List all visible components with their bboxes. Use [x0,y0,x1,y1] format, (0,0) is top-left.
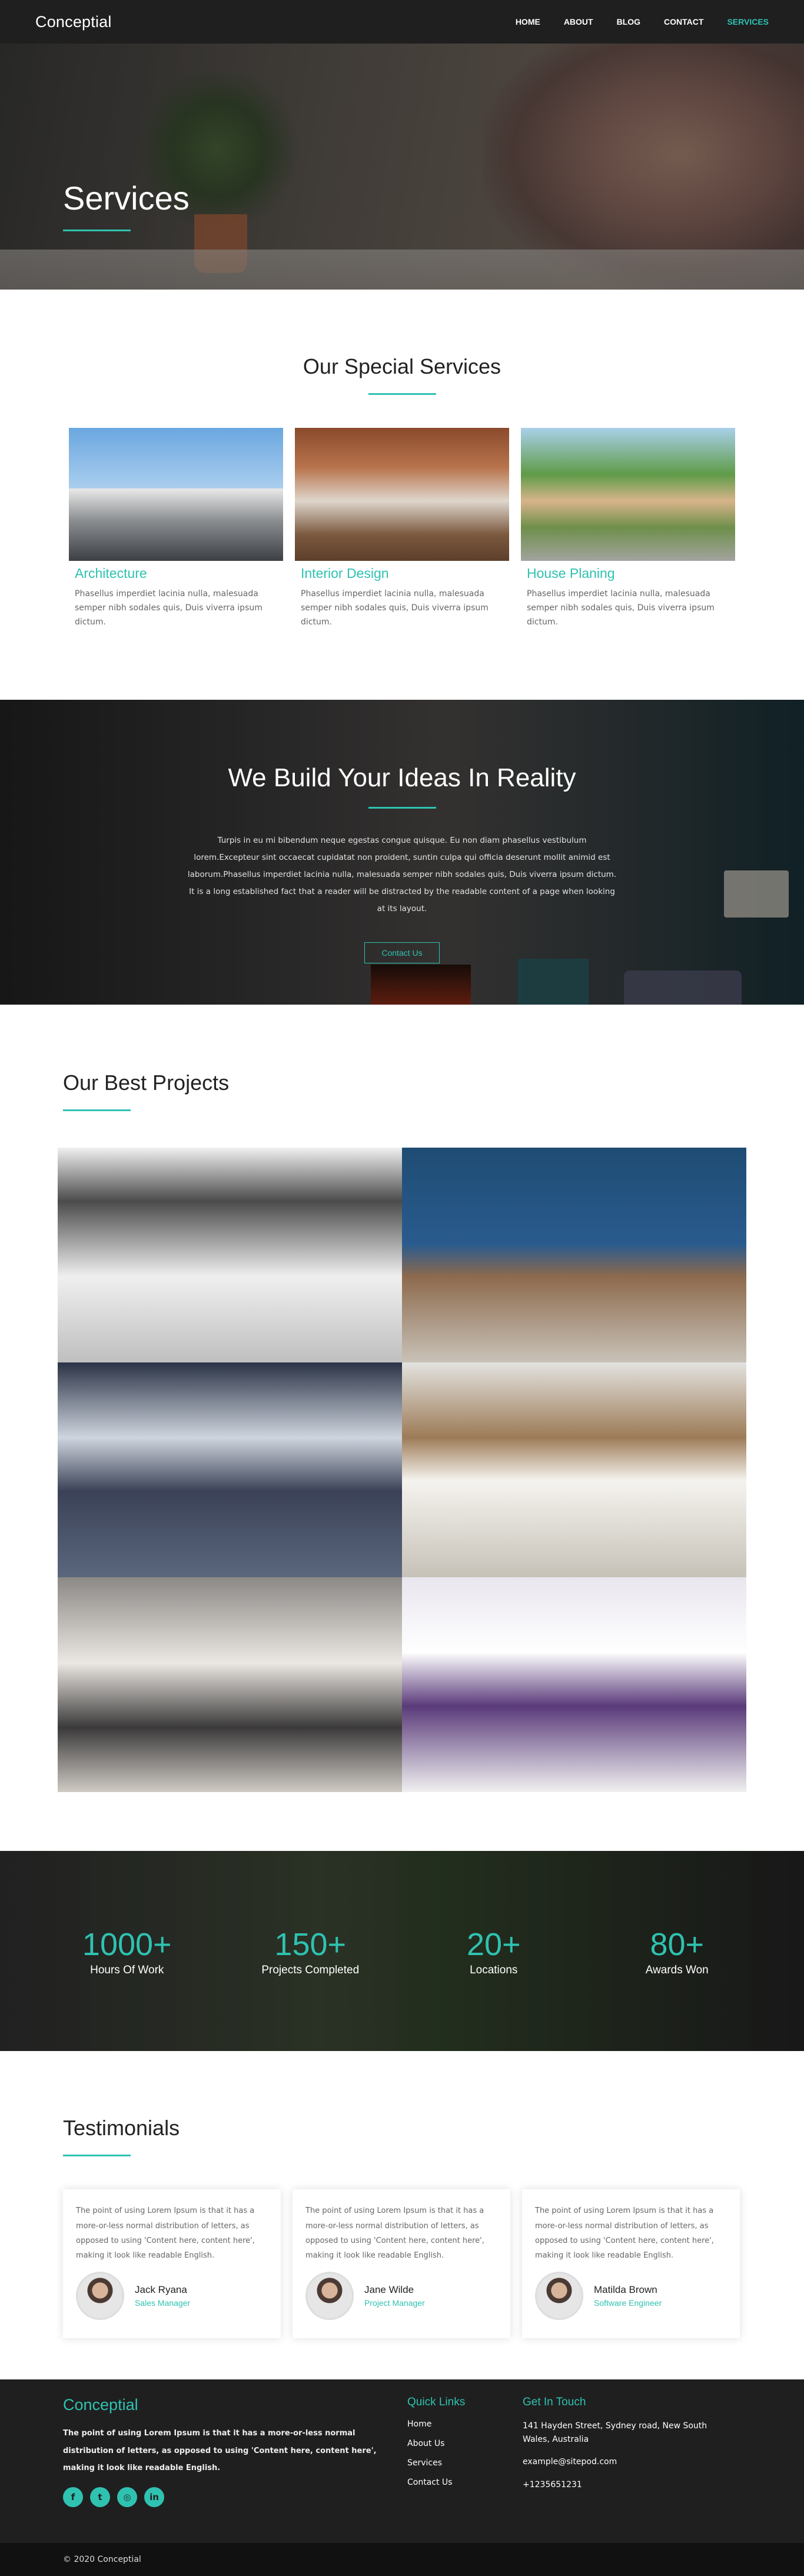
architecture-image[interactable] [69,428,283,561]
footer-link-contact[interactable]: Contact Us [407,2478,465,2487]
footer-about-text: The point of using Lorem Ipsum is that i… [63,2429,377,2472]
avatar [76,2271,124,2320]
twitter-icon[interactable]: t [90,2487,110,2508]
testimonial-text: The point of using Lorem Ipsum is that i… [535,2206,714,2261]
project-image-dining[interactable] [402,1577,746,1793]
nav-services-link[interactable]: SERVICES [727,17,769,26]
contact-address: 141 Hayden Street, Sydney road, New Sout… [523,2421,707,2444]
testimonial-card: The point of using Lorem Ipsum is that i… [293,2189,510,2339]
service-title[interactable]: Interior Design [301,566,509,581]
stat-label: Locations [470,1964,518,1977]
project-image-blue-wall[interactable] [402,1148,746,1363]
projects-section: Our Best Projects [0,1005,804,1851]
build-title: We Build Your Ideas In Reality [228,763,576,793]
facebook-icon[interactable]: f [63,2487,83,2508]
service-text: Phasellus imperdiet lacinia nulla, males… [75,589,263,627]
footer-link-about[interactable]: About Us [407,2439,465,2448]
hero-banner: Services [0,44,804,290]
project-image-lounge[interactable] [58,1362,402,1578]
testimonial-role: Sales Manager [135,2298,191,2308]
quick-links-title: Quick Links [407,2396,466,2409]
testimonial-card: The point of using Lorem Ipsum is that i… [63,2189,281,2339]
contact-phone[interactable]: +1235651231 [523,2478,735,2491]
stat-label: Hours Of Work [90,1964,164,1977]
house-planing-image[interactable] [521,428,735,561]
instagram-icon[interactable]: ◎ [117,2487,137,2508]
stat-awards: 80+ Awards Won [600,1926,753,1977]
stat-locations: 20+ Locations [417,1926,570,1977]
main-menu: HOME ABOUT BLOG CONTACT SERVICES [516,17,769,26]
nav-home-link[interactable]: HOME [516,17,540,26]
hero-title: Services [63,180,190,217]
copyright-bar: © 2020 Conceptial [0,2543,804,2576]
contact-title: Get In Touch [523,2396,586,2409]
testimonial-role: Project Manager [364,2298,425,2308]
projects-gallery [58,1148,746,1793]
testimonial-text: The point of using Lorem Ipsum is that i… [76,2206,255,2261]
nav-blog-link[interactable]: BLOG [617,17,640,26]
nav-about-link[interactable]: ABOUT [564,17,593,26]
top-navbar: Conceptial HOME ABOUT BLOG CONTACT SERVI… [0,0,804,44]
avatar [535,2271,583,2320]
build-text: Turpis in eu mi bibendum neque egestas c… [187,836,617,914]
stats-banner: 1000+ Hours Of Work 150+ Projects Comple… [0,1851,804,2052]
project-image-living-room[interactable] [58,1148,402,1363]
service-title[interactable]: House Planing [527,566,735,581]
testimonial-card: The point of using Lorem Ipsum is that i… [522,2189,740,2339]
projects-title: Our Best Projects [63,1071,230,1095]
stat-number: 20+ [466,1927,521,1963]
projects-underline [63,1109,131,1112]
avatar [305,2271,354,2320]
service-card: Interior Design Phasellus imperdiet laci… [295,428,509,629]
interior-design-image[interactable] [295,428,509,561]
stat-projects: 150+ Projects Completed [234,1926,387,1977]
stat-number: 150+ [274,1927,347,1963]
site-footer: Conceptial The point of using Lorem Ipsu… [0,2379,804,2544]
stat-label: Awards Won [645,1964,709,1977]
testimonials-title: Testimonials [63,2116,180,2140]
testimonial-name: Jane Wilde [364,2284,414,2295]
hero-underline [63,230,131,231]
testimonials-underline [63,2155,131,2157]
footer-logo[interactable]: Conceptial [63,2396,393,2414]
quick-links: Quick Links Home About Us Services Conta… [407,2396,465,2497]
build-underline [368,807,436,809]
project-image-kitchen[interactable] [402,1362,746,1578]
stat-label: Projects Completed [261,1964,360,1977]
linkedin-icon[interactable]: in [144,2487,164,2508]
contact-email[interactable]: example@sitepod.com [523,2455,735,2468]
footer-link-services[interactable]: Services [407,2458,465,2468]
services-title: Our Special Services [303,354,501,378]
project-image-bedroom[interactable] [58,1577,402,1793]
social-links: f t ◎ in [63,2487,393,2508]
nav-contact-link[interactable]: CONTACT [664,17,703,26]
stat-number: 80+ [650,1927,705,1963]
site-logo[interactable]: Conceptial [35,13,112,31]
service-title[interactable]: Architecture [75,566,283,581]
build-ideas-banner: We Build Your Ideas In Reality Turpis in… [0,700,804,1005]
services-underline [368,393,436,395]
testimonial-text: The point of using Lorem Ipsum is that i… [305,2206,484,2261]
service-card: House Planing Phasellus imperdiet lacini… [521,428,735,629]
service-card: Architecture Phasellus imperdiet lacinia… [69,428,283,629]
services-section: Our Special Services Architecture Phasel… [0,290,804,700]
service-text: Phasellus imperdiet lacinia nulla, males… [301,589,489,627]
contact-us-button[interactable]: Contact Us [364,942,440,964]
testimonial-name: Jack Ryana [135,2284,187,2295]
contact-info: Get In Touch 141 Hayden Street, Sydney r… [523,2396,735,2491]
testimonials-section: Testimonials The point of using Lorem Ip… [0,2051,804,2379]
testimonial-name: Matilda Brown [594,2284,657,2295]
service-text: Phasellus imperdiet lacinia nulla, males… [527,589,715,627]
footer-link-home[interactable]: Home [407,2419,465,2429]
stat-number: 1000+ [82,1927,172,1963]
copyright-text: © 2020 Conceptial [63,2555,141,2565]
stat-hours: 1000+ Hours Of Work [51,1926,204,1977]
testimonial-role: Software Engineer [594,2298,662,2308]
